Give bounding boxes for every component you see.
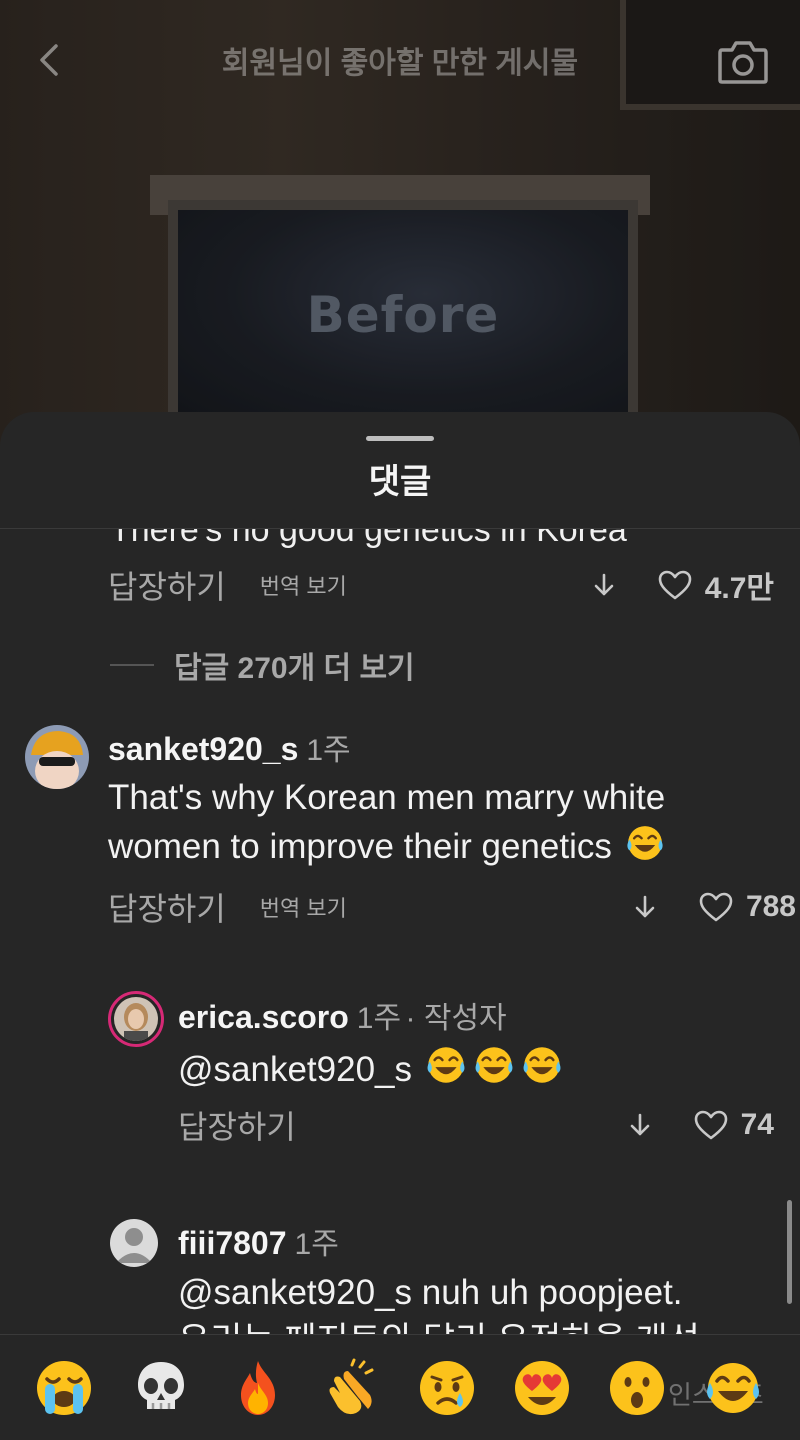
comment-meta: fiii7807 1주 (178, 1219, 339, 1263)
comments-list[interactable]: There's no good genetics in Korea 답장하기 번… (0, 529, 800, 1334)
tears-of-joy-icon (523, 1047, 561, 1083)
comment-text: That's why Korean men marry white women … (108, 774, 668, 871)
reply-button[interactable]: 답장하기 (108, 562, 226, 608)
comments-sheet: 댓글 There's no good genetics in Korea 답장하… (0, 412, 800, 1440)
comment-text: @sanket920_s (178, 1043, 566, 1094)
page-title: 회원님이 좋아할 만한 게시물 (221, 47, 579, 80)
mention-link[interactable]: @sanket920_s (178, 1050, 412, 1089)
heart-icon[interactable] (698, 891, 734, 923)
emoji-reaction-bar: 인스티즈 (0, 1334, 800, 1440)
camera-button[interactable] (716, 36, 770, 86)
like-count: 788 (745, 890, 796, 923)
comment-text: @sanket920_s nuh uh poopjeet. 우리는 페지트와 달… (178, 1269, 700, 1334)
camera-icon (718, 41, 768, 84)
chevron-left-icon (40, 44, 58, 76)
back-button[interactable] (30, 40, 70, 80)
comment-username[interactable]: fiii7807 (178, 1225, 287, 1261)
comment-meta: erica.scoro 1주 · 작성자 (178, 993, 507, 1037)
avatar-image (25, 725, 89, 789)
more-replies-label: 답글 270개 더 보기 (174, 652, 415, 685)
comment-actions: 답장하기 74 (178, 1105, 788, 1145)
comment-time: 1주 (356, 1002, 402, 1035)
tears-of-joy-icon (475, 1047, 513, 1083)
like-count: 74 (740, 1108, 774, 1141)
clapping-hands-icon[interactable] (322, 1357, 384, 1419)
comment-text-partial: There's no good genetics in Korea (110, 529, 627, 549)
comment-username[interactable]: erica.scoro (178, 999, 349, 1035)
more-replies-line (110, 664, 154, 666)
loudly-crying-face-icon[interactable] (33, 1357, 95, 1419)
comment-text-line: That's why Korean men marry white (108, 778, 666, 817)
view-more-replies-button[interactable]: 답글 270개 더 보기 (110, 643, 415, 687)
avatar-image (114, 997, 158, 1041)
crying-face-icon[interactable] (416, 1357, 478, 1419)
sheet-title: 댓글 (368, 463, 432, 501)
tears-of-joy-icon (626, 826, 663, 860)
heart-eyes-face-icon[interactable] (511, 1357, 573, 1419)
heart-icon[interactable] (693, 1109, 729, 1141)
tears-of-joy-icon (427, 1047, 465, 1083)
reply-button[interactable]: 답장하기 (178, 1102, 296, 1148)
top-bar: 회원님이 좋아할 만한 게시물 (0, 28, 800, 92)
like-count: 4.7만 (704, 572, 774, 605)
comment-actions: 답장하기 번역 보기 788 (108, 884, 796, 930)
comment-time: 1주 (294, 1228, 339, 1261)
reply-button[interactable]: 답장하기 (108, 884, 226, 930)
comment-actions: 답장하기 번역 보기 4.7만 (108, 565, 788, 605)
comment-username[interactable]: sanket920_s (108, 731, 298, 767)
translate-button[interactable]: 번역 보기 (260, 569, 347, 601)
arrow-down-icon[interactable] (627, 1112, 653, 1138)
arrow-down-icon[interactable] (632, 894, 658, 920)
translate-button[interactable]: 번역 보기 (260, 891, 347, 923)
author-badge: · 작성자 (405, 1002, 507, 1035)
person-icon (116, 1228, 152, 1263)
fire-icon[interactable] (227, 1357, 289, 1419)
comment-text-line-2: women to improve their genetics (108, 822, 668, 871)
tears-of-joy-face-icon[interactable] (702, 1357, 764, 1419)
skull-icon[interactable] (130, 1357, 192, 1419)
comment-text-line-2-text: women to improve their genetics (108, 827, 612, 866)
comment-meta: sanket920_s 1주 (108, 725, 351, 769)
avatar-story-ring[interactable] (108, 991, 164, 1047)
comment-time: 1주 (306, 734, 351, 767)
avatar[interactable] (25, 725, 89, 789)
astonished-face-icon[interactable] (606, 1357, 668, 1419)
arrow-down-icon[interactable] (591, 572, 617, 598)
sheet-grabber[interactable] (366, 436, 434, 441)
avatar-default[interactable] (110, 1219, 158, 1267)
comment-text-line-2: 우리는 페지트와 달리 우전하을 개선 (178, 1317, 700, 1334)
scrollbar[interactable] (787, 1200, 792, 1304)
heart-icon[interactable] (657, 569, 693, 601)
comment-text-line: @sanket920_s nuh uh poopjeet. (178, 1273, 683, 1312)
